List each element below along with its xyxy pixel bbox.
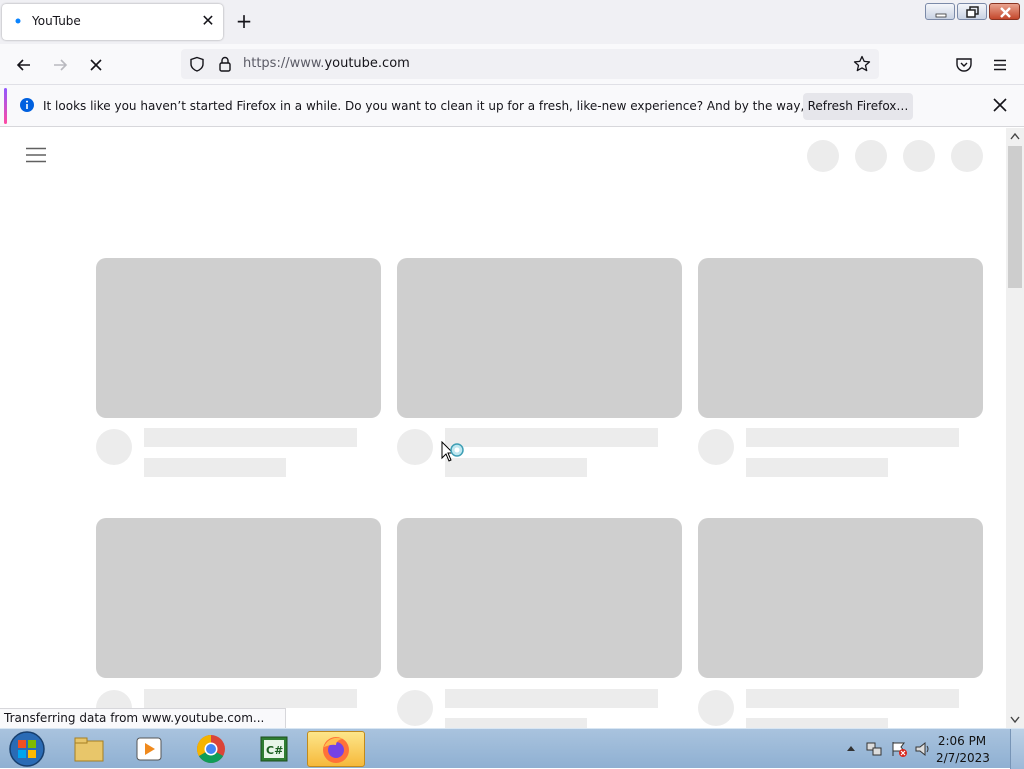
channel-avatar-placeholder bbox=[96, 429, 132, 465]
info-icon bbox=[20, 98, 34, 112]
channel-avatar-placeholder bbox=[397, 690, 433, 726]
chrome-icon bbox=[197, 735, 225, 763]
video-meta-placeholder bbox=[144, 458, 286, 477]
video-meta-placeholder bbox=[445, 718, 587, 728]
video-thumbnail-placeholder bbox=[698, 518, 983, 678]
show-desktop-button[interactable] bbox=[1010, 729, 1024, 769]
windows-start-orb-icon[interactable] bbox=[8, 730, 46, 768]
channel-avatar-placeholder bbox=[698, 690, 734, 726]
video-meta-placeholder bbox=[746, 718, 888, 728]
tracking-protection-shield-icon[interactable] bbox=[189, 56, 205, 72]
status-panel: Transferring data from www.youtube.com..… bbox=[0, 708, 286, 728]
restore-icon bbox=[966, 6, 979, 18]
minimize-button[interactable] bbox=[925, 3, 955, 20]
show-hidden-icons-arrow-icon[interactable] bbox=[846, 744, 856, 752]
page-content bbox=[0, 128, 1006, 728]
action-center-flag-icon[interactable] bbox=[890, 740, 908, 758]
url-bar[interactable]: https://www.youtube.com bbox=[181, 49, 879, 79]
folder-icon bbox=[74, 737, 104, 762]
forward-button[interactable] bbox=[46, 52, 74, 78]
url-host: youtube.com bbox=[324, 56, 410, 71]
video-title-placeholder bbox=[746, 689, 959, 708]
back-arrow-icon bbox=[16, 59, 30, 71]
video-thumbnail-placeholder bbox=[698, 258, 983, 418]
new-tab-button[interactable]: + bbox=[232, 10, 256, 34]
volume-icon[interactable] bbox=[914, 740, 932, 758]
taskbar: C# 2:06 PM 2/7/2023 bbox=[0, 728, 1024, 769]
tab-strip: YouTube ✕ + bbox=[0, 0, 1024, 44]
notification-close-icon[interactable] bbox=[990, 95, 1010, 115]
minimize-icon bbox=[935, 13, 947, 18]
tab-close-icon[interactable]: ✕ bbox=[199, 12, 217, 30]
video-title-placeholder bbox=[144, 689, 357, 708]
vertical-scrollbar[interactable] bbox=[1006, 128, 1024, 728]
scrollbar-thumb[interactable] bbox=[1008, 146, 1022, 288]
taskbar-media-player[interactable] bbox=[120, 731, 178, 767]
video-title-placeholder bbox=[746, 428, 959, 447]
refresh-firefox-button[interactable]: Refresh Firefox… bbox=[803, 93, 913, 120]
guide-menu-icon[interactable] bbox=[26, 147, 46, 163]
url-scheme: https://www. bbox=[243, 56, 325, 71]
taskbar-csharp-editor[interactable]: C# bbox=[245, 731, 303, 767]
bookmark-star-icon[interactable] bbox=[853, 55, 871, 73]
video-title-placeholder bbox=[144, 428, 357, 447]
back-button[interactable] bbox=[10, 52, 38, 78]
scroll-down-arrow-icon[interactable] bbox=[1009, 715, 1021, 725]
busy-cursor-icon bbox=[441, 441, 464, 462]
channel-avatar-placeholder bbox=[397, 429, 433, 465]
channel-avatar-placeholder bbox=[698, 429, 734, 465]
video-thumbnail-placeholder bbox=[397, 258, 682, 418]
close-icon bbox=[1000, 7, 1011, 18]
scroll-up-arrow-icon[interactable] bbox=[1009, 131, 1021, 141]
tab-title: YouTube bbox=[32, 14, 81, 28]
url-text[interactable]: https://www.youtube.com bbox=[243, 56, 410, 71]
stop-loading-button[interactable] bbox=[82, 52, 110, 78]
network-icon[interactable] bbox=[866, 741, 882, 757]
video-thumbnail-placeholder bbox=[397, 518, 682, 678]
firefox-icon bbox=[323, 737, 349, 763]
csharp-icon: C# bbox=[260, 736, 288, 762]
notification-message: It looks like you haven’t started Firefo… bbox=[43, 99, 899, 113]
video-title-placeholder bbox=[445, 689, 658, 708]
clock-time[interactable]: 2:06 PM bbox=[936, 734, 988, 748]
lock-icon[interactable] bbox=[217, 55, 233, 73]
system-tray bbox=[840, 729, 1024, 769]
svg-text:C#: C# bbox=[266, 744, 283, 757]
video-thumbnail-placeholder bbox=[96, 258, 381, 418]
taskbar-file-explorer[interactable] bbox=[60, 731, 118, 767]
header-placeholder-circle bbox=[951, 140, 983, 172]
header-placeholder-circle bbox=[855, 140, 887, 172]
header-placeholder-circle bbox=[807, 140, 839, 172]
video-meta-placeholder bbox=[746, 458, 888, 477]
loading-favicon-icon bbox=[15, 18, 21, 24]
notification-bar: It looks like you haven’t started Firefo… bbox=[0, 85, 1024, 127]
header-placeholder-circle bbox=[903, 140, 935, 172]
taskbar-firefox[interactable] bbox=[307, 731, 365, 767]
forward-arrow-icon bbox=[54, 59, 68, 71]
navigation-toolbar: https://www.youtube.com bbox=[0, 44, 1024, 85]
video-title-placeholder bbox=[445, 428, 658, 447]
pocket-icon[interactable] bbox=[955, 56, 973, 74]
taskbar-chrome[interactable] bbox=[182, 731, 240, 767]
clock-date[interactable]: 2/7/2023 bbox=[936, 751, 990, 765]
stop-x-icon bbox=[90, 59, 102, 71]
window-close-button[interactable] bbox=[989, 3, 1020, 20]
restore-button[interactable] bbox=[957, 3, 987, 20]
media-player-icon bbox=[136, 737, 162, 761]
tab-youtube[interactable]: YouTube ✕ bbox=[2, 4, 223, 40]
video-meta-placeholder bbox=[445, 458, 587, 477]
notification-accent bbox=[4, 88, 7, 124]
hamburger-menu-icon[interactable] bbox=[991, 56, 1009, 74]
video-thumbnail-placeholder bbox=[96, 518, 381, 678]
